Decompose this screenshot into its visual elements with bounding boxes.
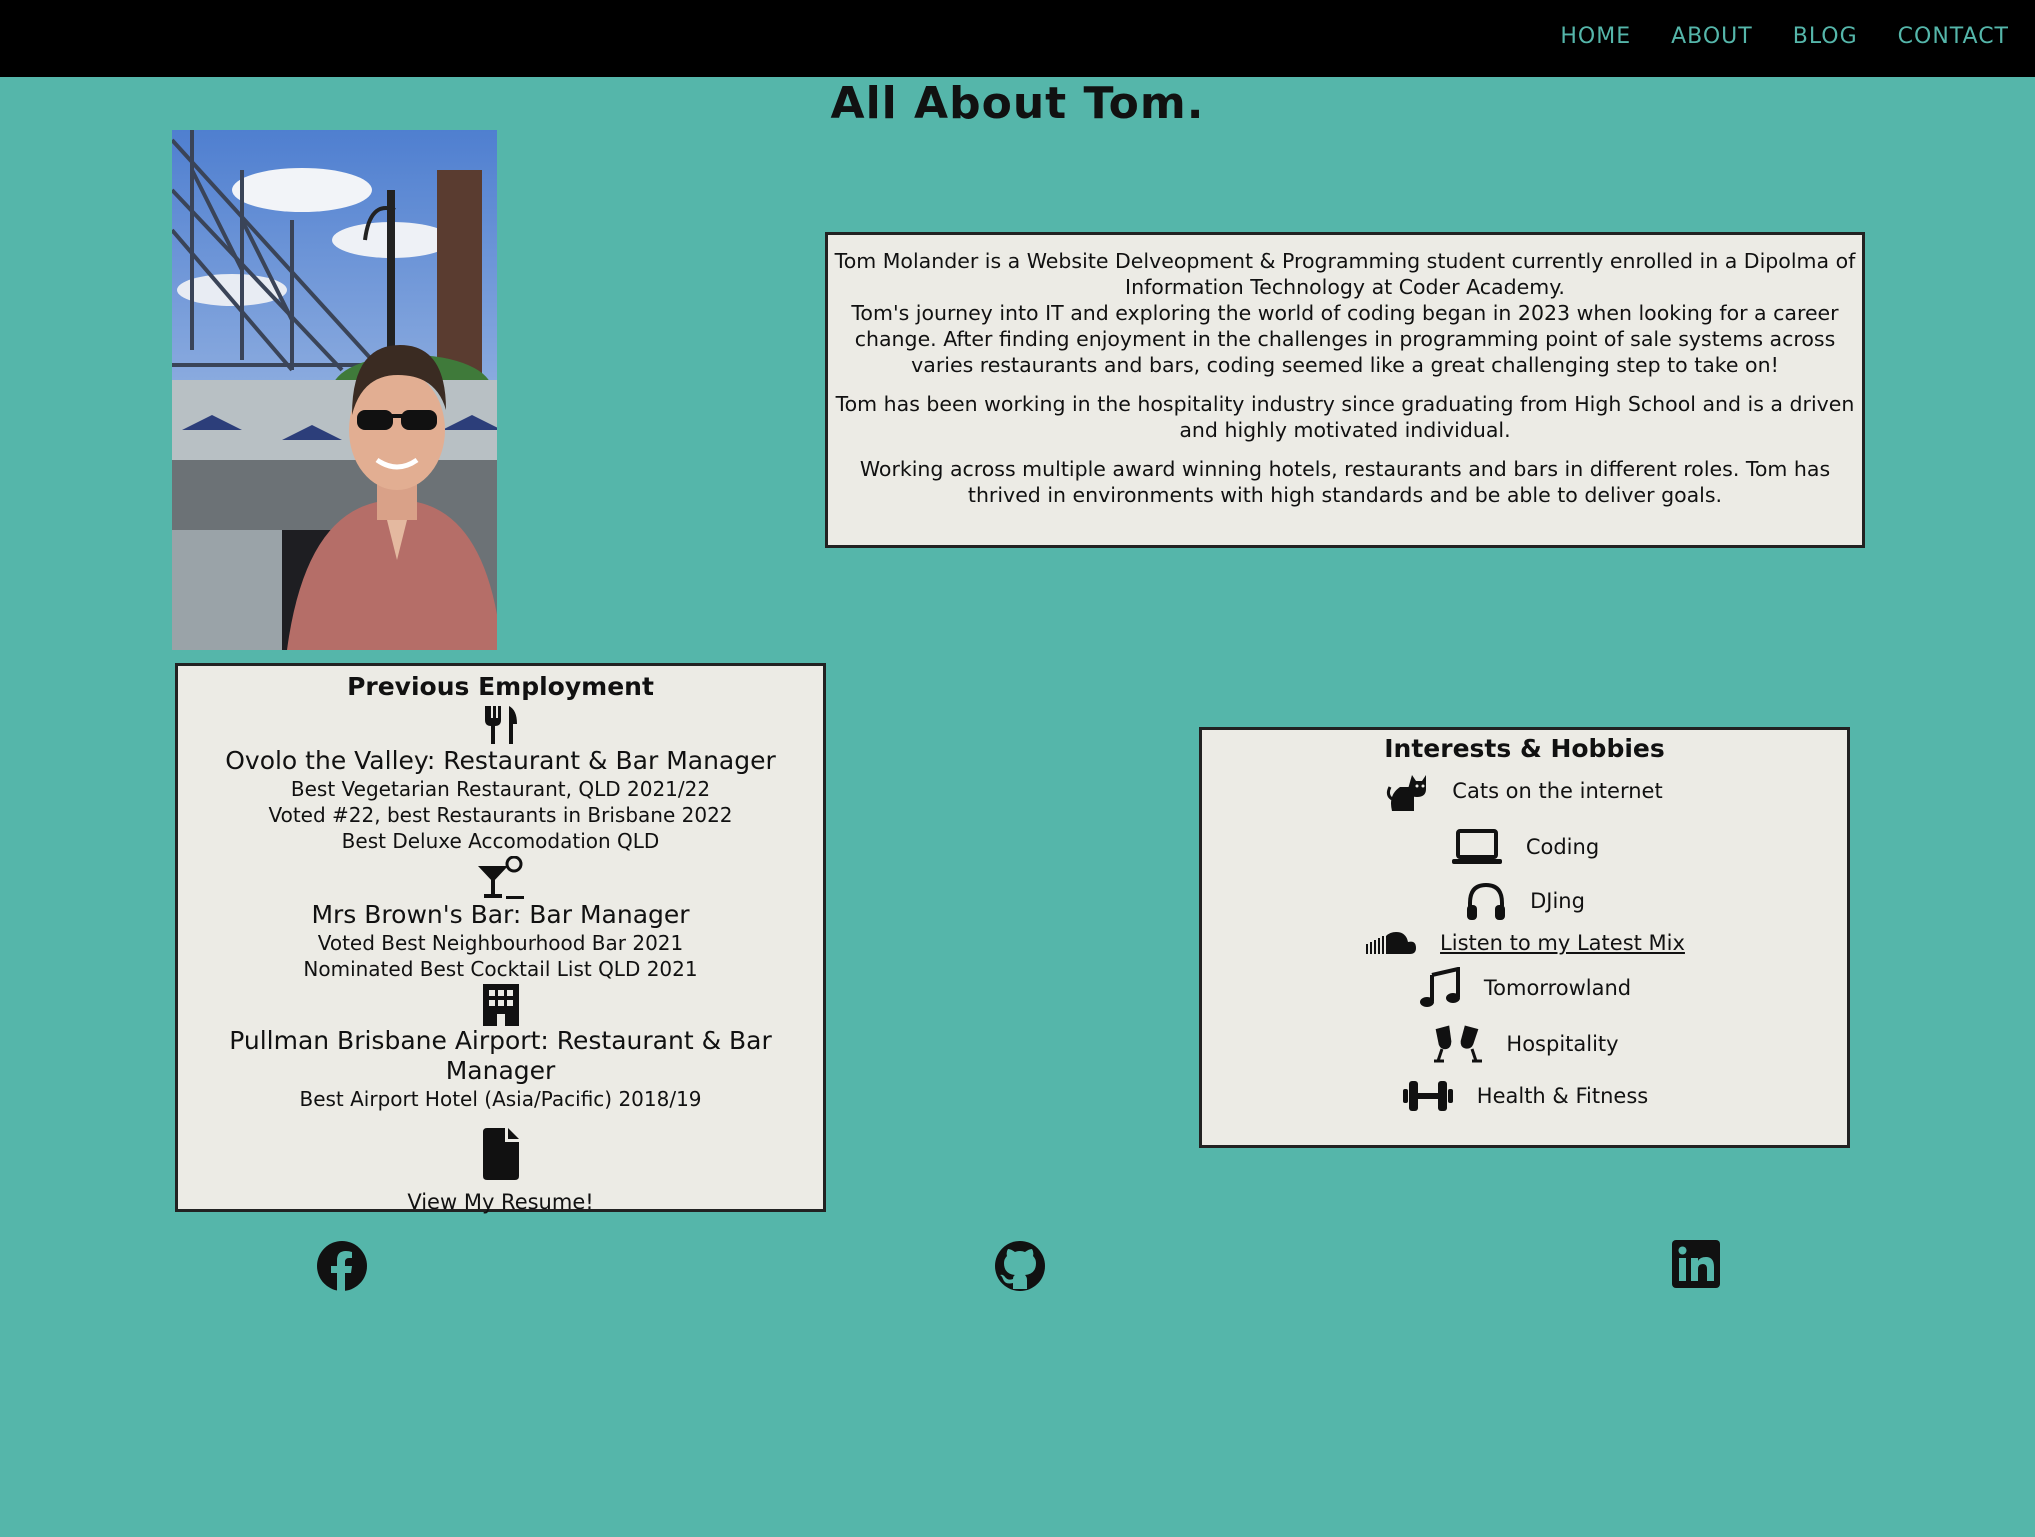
- interests-heading: Interests & Hobbies: [1384, 734, 1665, 763]
- hobby-label: Health & Fitness: [1476, 1084, 1649, 1108]
- employment-panel: Previous Employment Ovolo the Valley: Re…: [175, 663, 826, 1214]
- hobby-item: Health & Fitness: [1202, 1072, 1847, 1120]
- latest-mix-link[interactable]: Listen to my Latest Mix: [1440, 931, 1685, 955]
- job-title: Pullman Brisbane Airport: Restaurant & B…: [229, 1026, 772, 1085]
- hobby-item: DJing: [1202, 876, 1847, 926]
- about-panel: Tom Molander is a Website Delveopment & …: [825, 232, 1865, 548]
- facebook-icon: [317, 1241, 367, 1291]
- resume-label[interactable]: View My Resume!: [178, 1190, 823, 1214]
- job-title: Mrs Brown's Bar: Bar Manager: [311, 900, 690, 929]
- cocktail-icon: [477, 856, 524, 899]
- page-title: All About Tom.: [830, 78, 1205, 129]
- headphones-icon: [1467, 882, 1506, 920]
- hobby-item: Listen to my Latest Mix: [1202, 926, 1847, 960]
- nav-links: HOME ABOUT BLOG CONTACT: [1560, 24, 2009, 49]
- job-award: Best Airport Hotel (Asia/Pacific) 2018/1…: [299, 1087, 702, 1111]
- nav-link-home[interactable]: HOME: [1560, 24, 1631, 49]
- hobby-label: Coding: [1525, 835, 1600, 859]
- interests-panel: Interests & Hobbies Cats on the internet…: [1199, 727, 1850, 1148]
- profile-photo: [172, 130, 497, 650]
- hobby-item: Tomorrowland: [1202, 960, 1847, 1016]
- linkedin-link[interactable]: [1672, 1240, 1720, 1292]
- nav-link-about[interactable]: ABOUT: [1671, 24, 1753, 49]
- hobby-label: Tomorrowland: [1483, 976, 1632, 1000]
- github-icon: [995, 1241, 1045, 1291]
- linkedin-icon: [1672, 1240, 1720, 1288]
- cat-icon: [1387, 775, 1427, 811]
- nav-link-blog[interactable]: BLOG: [1793, 24, 1858, 49]
- glasses-cheers-icon: [1434, 1025, 1483, 1063]
- about-paragraph: Working across multiple award winning ho…: [859, 457, 1831, 507]
- hobby-item: Hospitality: [1202, 1016, 1847, 1072]
- navbar: HOME ABOUT BLOG CONTACT: [0, 0, 2035, 77]
- hotel-icon: [482, 984, 519, 1026]
- job-award: Nominated Best Cocktail List QLD 2021: [303, 957, 698, 981]
- job-award: Best Vegetarian Restaurant, QLD 2021/22: [290, 777, 711, 801]
- soundcloud-icon: [1366, 932, 1417, 954]
- job-title: Ovolo the Valley: Restaurant & Bar Manag…: [225, 746, 776, 775]
- employment-heading: Previous Employment: [347, 672, 654, 701]
- facebook-link[interactable]: [316, 1240, 368, 1296]
- hobby-item: Cats on the internet: [1202, 764, 1847, 818]
- job-award: Best Deluxe Accomodation QLD: [341, 829, 660, 853]
- dumbbell-icon: [1402, 1081, 1453, 1111]
- about-paragraph: Tom has been working in the hospitality …: [835, 392, 1855, 442]
- music-note-icon: [1419, 967, 1460, 1007]
- about-paragraph: Tom Molander is a Website Delveopment & …: [834, 249, 1856, 299]
- hobby-label: Hospitality: [1506, 1032, 1619, 1056]
- file-icon: [482, 1128, 519, 1180]
- laptop-icon: [1451, 829, 1502, 864]
- resume-link[interactable]: View My Resume!: [178, 1128, 823, 1214]
- nav-link-contact[interactable]: CONTACT: [1898, 24, 2009, 49]
- utensils-icon: [484, 706, 517, 744]
- hobby-label: DJing: [1530, 889, 1585, 913]
- hobby-label: Cats on the internet: [1452, 779, 1663, 803]
- job-award: Voted #22, best Restaurants in Brisbane …: [268, 803, 733, 827]
- hobby-item: Coding: [1202, 818, 1847, 876]
- about-paragraph: Tom's journey into IT and exploring the …: [851, 301, 1839, 377]
- job-award: Voted Best Neighbourhood Bar 2021: [317, 931, 684, 955]
- github-link[interactable]: [994, 1240, 1046, 1296]
